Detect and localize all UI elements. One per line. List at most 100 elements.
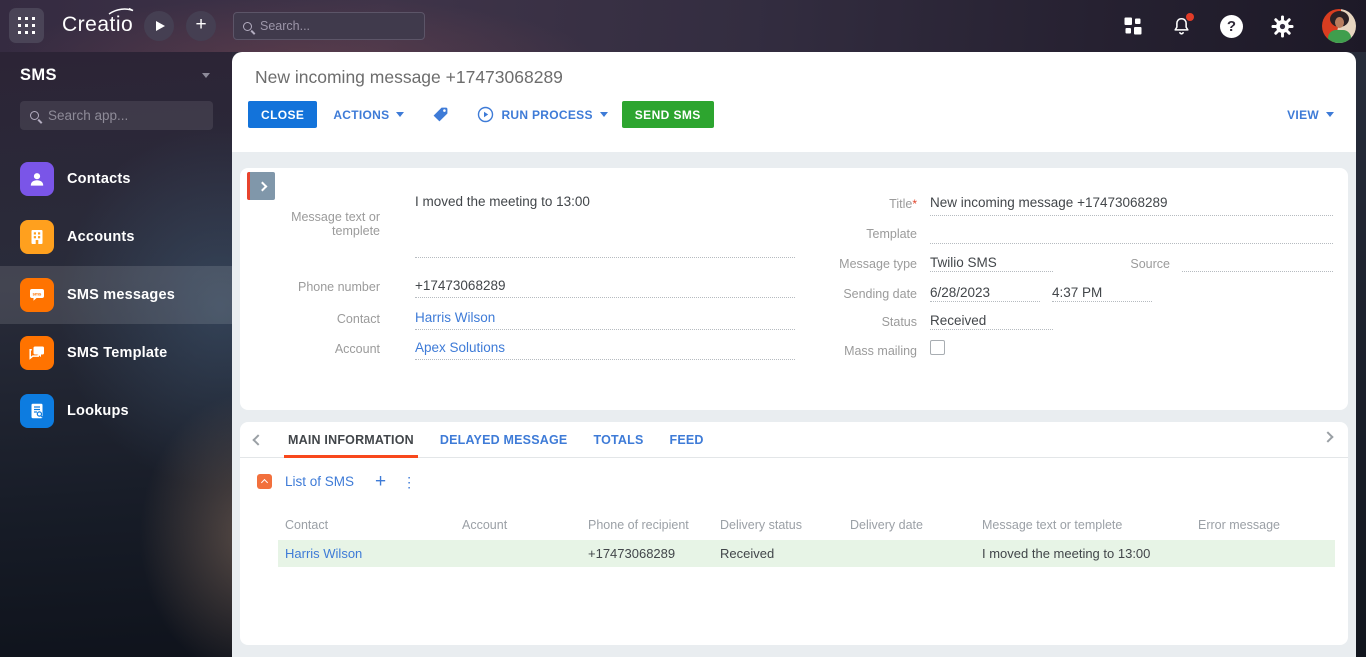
sending-time-value[interactable]: 4:37 PM bbox=[1052, 285, 1102, 300]
toolbar: CLOSE ACTIONS RUN PROCESS SEND SMS VIEW bbox=[248, 101, 1334, 128]
global-search-input[interactable]: Search... bbox=[233, 12, 425, 40]
field-underline bbox=[415, 257, 795, 258]
sms-list-title[interactable]: List of SMS bbox=[285, 474, 354, 489]
sidebar-item-lookups[interactable]: Lookups bbox=[0, 382, 232, 440]
process-play-button[interactable] bbox=[144, 11, 174, 41]
app-search-input[interactable]: Search app... bbox=[20, 101, 213, 130]
sending-date-label: Sending date bbox=[843, 287, 917, 301]
message-text-value[interactable]: I moved the meeting to 13:00 bbox=[415, 194, 590, 209]
svg-text:sms: sms bbox=[33, 291, 42, 296]
tag-button[interactable] bbox=[432, 106, 449, 123]
sidebar-item-contacts[interactable]: Contacts bbox=[0, 150, 232, 208]
tabs-scroll-left-button[interactable] bbox=[252, 433, 264, 446]
field-underline bbox=[415, 329, 795, 330]
sidebar-item-accounts[interactable]: Accounts bbox=[0, 208, 232, 266]
sidebar-item-label: SMS messages bbox=[67, 287, 175, 303]
top-bar: Creatio + Search... ? bbox=[0, 0, 1366, 52]
accounts-icon bbox=[20, 220, 54, 254]
phone-number-value[interactable]: +17473068289 bbox=[415, 278, 505, 293]
grid-icon bbox=[18, 17, 35, 34]
sidebar-item-sms-messages[interactable]: sms SMS messages bbox=[0, 266, 232, 324]
avatar-face bbox=[1335, 17, 1344, 28]
field-underline bbox=[415, 297, 795, 298]
close-button[interactable]: CLOSE bbox=[248, 101, 318, 128]
row-phone: +17473068289 bbox=[588, 546, 676, 561]
tabs-scroll-right-button[interactable] bbox=[1322, 431, 1334, 443]
app-search-placeholder: Search app... bbox=[48, 108, 129, 123]
title-value[interactable]: New incoming message +17473068289 bbox=[930, 195, 1168, 210]
account-value-link[interactable]: Apex Solutions bbox=[415, 340, 505, 355]
logo-swoosh-icon bbox=[108, 7, 134, 15]
send-sms-button[interactable]: SEND SMS bbox=[621, 101, 714, 128]
tab-delayed-message[interactable]: DELAYED MESSAGE bbox=[440, 422, 568, 458]
source-label: Source bbox=[1130, 257, 1170, 271]
chevron-down-icon[interactable] bbox=[202, 73, 210, 78]
run-process-button[interactable]: RUN PROCESS bbox=[477, 106, 608, 123]
notifications-button[interactable] bbox=[1171, 12, 1194, 37]
play-icon bbox=[155, 21, 165, 31]
column-header-delivery-status[interactable]: Delivery status bbox=[713, 514, 843, 536]
gear-icon bbox=[1271, 15, 1294, 37]
field-underline bbox=[930, 271, 1053, 272]
record-form-card: Message text or templete I moved the mee… bbox=[240, 168, 1348, 410]
phone-number-label: Phone number bbox=[297, 280, 380, 294]
field-underline bbox=[930, 215, 1333, 216]
creatio-logo: Creatio bbox=[62, 7, 134, 37]
workspace-selector[interactable]: SMS bbox=[0, 52, 232, 85]
status-value[interactable]: Received bbox=[930, 313, 986, 328]
title-label: Title* bbox=[889, 197, 917, 211]
row-error-message bbox=[1191, 540, 1335, 567]
sms-messages-icon: sms bbox=[20, 278, 54, 312]
column-header-delivery-date[interactable]: Delivery date bbox=[843, 514, 975, 536]
tab-totals[interactable]: TOTALS bbox=[593, 422, 643, 458]
list-options-button[interactable]: ⋮ bbox=[402, 475, 416, 489]
settings-button[interactable] bbox=[1271, 15, 1294, 38]
message-type-value[interactable]: Twilio SMS bbox=[930, 255, 997, 270]
sidebar-item-sms-template[interactable]: SMS Template bbox=[0, 324, 232, 382]
column-header-error-message[interactable]: Error message bbox=[1191, 514, 1335, 536]
contact-value-link[interactable]: Harris Wilson bbox=[415, 310, 495, 325]
chevron-down-icon bbox=[1326, 112, 1334, 117]
lookups-icon bbox=[20, 394, 54, 428]
sending-date-value[interactable]: 6/28/2023 bbox=[930, 285, 990, 300]
row-delivery-date bbox=[843, 540, 975, 567]
chevron-down-icon bbox=[599, 112, 608, 117]
marketplace-apps-button[interactable] bbox=[1123, 16, 1143, 36]
message-text-label: Message text or templete bbox=[291, 210, 380, 238]
tab-feed[interactable]: FEED bbox=[670, 422, 704, 458]
chevron-right-icon bbox=[257, 181, 268, 191]
main-content: New incoming message +17473068289 CLOSE … bbox=[232, 52, 1356, 657]
sms-table: Contact Account Phone of recipient Deliv… bbox=[278, 514, 1335, 567]
view-button[interactable]: VIEW bbox=[1287, 108, 1334, 122]
topbar-actions: ? bbox=[1123, 0, 1356, 52]
column-header-message-text[interactable]: Message text or templete bbox=[975, 514, 1191, 536]
app-launcher-icon[interactable] bbox=[9, 8, 44, 43]
user-avatar[interactable] bbox=[1322, 9, 1356, 43]
avatar-shirt bbox=[1328, 30, 1351, 43]
quick-add-button[interactable]: + bbox=[186, 11, 216, 41]
detail-tabs-card: MAIN INFORMATION DELAYED MESSAGE TOTALS … bbox=[240, 422, 1348, 645]
chevron-left-icon bbox=[252, 433, 264, 446]
collapse-panel-button[interactable] bbox=[247, 172, 275, 200]
row-contact-link[interactable]: Harris Wilson bbox=[278, 540, 455, 567]
apps-squares-icon bbox=[1124, 17, 1142, 35]
help-button[interactable]: ? bbox=[1220, 14, 1243, 38]
column-header-phone[interactable]: Phone of recipient bbox=[581, 514, 713, 536]
chevron-down-icon bbox=[396, 112, 405, 117]
mass-mailing-label: Mass mailing bbox=[844, 344, 917, 358]
question-mark-icon: ? bbox=[1220, 14, 1243, 38]
tab-main-information[interactable]: MAIN INFORMATION bbox=[284, 422, 418, 458]
sidebar-item-label: Accounts bbox=[67, 229, 135, 245]
view-label: VIEW bbox=[1287, 107, 1319, 122]
mass-mailing-checkbox[interactable] bbox=[930, 340, 945, 355]
collapse-list-button[interactable] bbox=[257, 474, 272, 489]
actions-button[interactable]: ACTIONS bbox=[333, 108, 405, 122]
add-sms-button[interactable]: + bbox=[375, 472, 386, 491]
table-row[interactable]: Harris Wilson +17473068289 Received I mo… bbox=[278, 540, 1335, 567]
column-header-account[interactable]: Account bbox=[455, 514, 581, 536]
status-label: Status bbox=[881, 315, 917, 329]
contact-label: Contact bbox=[336, 312, 380, 326]
column-header-contact[interactable]: Contact bbox=[278, 514, 455, 536]
tag-icon bbox=[434, 107, 448, 122]
table-header-row: Contact Account Phone of recipient Deliv… bbox=[278, 514, 1335, 536]
